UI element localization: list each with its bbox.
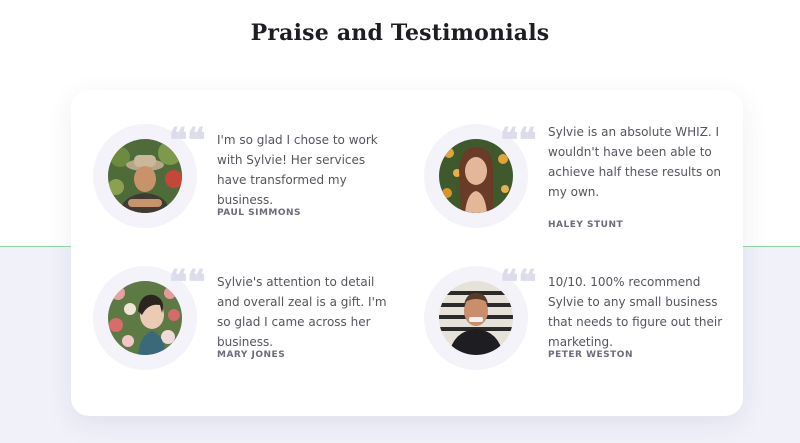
testimonial-author: PAUL SIMMONS [217, 208, 302, 218]
quote-mark-icon: ❝❝ [169, 263, 206, 303]
testimonial-author: PETER WESTON [548, 350, 633, 360]
quote-mark-icon: ❝❝ [500, 263, 537, 303]
testimonial-text: I'm so glad I chose to work with Sylvie!… [217, 133, 378, 207]
testimonial-text: 10/10. 100% recommend Sylvie to any smal… [548, 275, 723, 349]
testimonial-item: ❝❝ Sylvie is an absolute WHIZ. I wouldn'… [402, 90, 732, 230]
testimonial-text: Sylvie's attention to detail and overall… [217, 275, 387, 349]
testimonials-card: ❝❝ I'm so glad I chose to work with Sylv… [71, 90, 743, 416]
quote-mark-icon: ❝❝ [169, 121, 206, 161]
testimonial-author: HALEY STUNT [548, 220, 624, 230]
page-title: Praise and Testimonials [250, 20, 550, 46]
testimonial-item: ❝❝ Sylvie's attention to detail and over… [71, 232, 401, 370]
quote-mark-icon: ❝❝ [500, 121, 537, 161]
testimonial-text: Sylvie is an absolute WHIZ. I wouldn't h… [548, 125, 722, 199]
testimonial-item: ❝❝ I'm so glad I chose to work with Sylv… [71, 90, 401, 228]
testimonial-author: MARY JONES [217, 350, 286, 360]
testimonial-item: ❝❝ 10/10. 100% recommend Sylvie to any s… [402, 232, 732, 370]
